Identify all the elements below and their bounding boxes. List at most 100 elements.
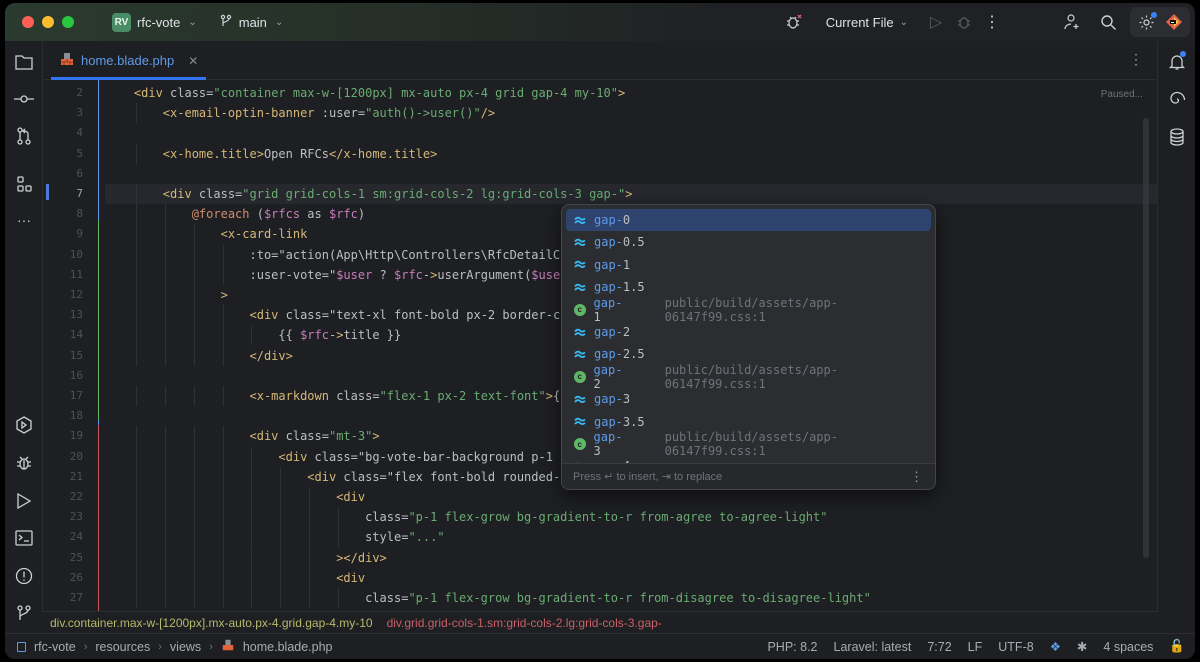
css-class-icon: c (572, 369, 588, 385)
path-project[interactable]: rfc-vote (34, 640, 76, 654)
line-number: 23 (69, 510, 83, 524)
completion-item[interactable]: gap-0 (566, 209, 931, 231)
file-encoding[interactable]: UTF-8 (998, 640, 1033, 654)
tailwind-icon (572, 391, 588, 407)
indent-guide (164, 487, 166, 507)
search-icon[interactable] (1094, 8, 1122, 36)
structure-icon[interactable] (12, 172, 36, 196)
branch-selector[interactable]: main ⌄ (219, 14, 283, 31)
lock-icon[interactable]: 🔓 (1169, 639, 1185, 654)
php-version[interactable]: PHP: 8.2 (767, 640, 817, 654)
tailwind-icon (572, 346, 588, 362)
database-icon[interactable] (1165, 125, 1189, 149)
pull-requests-icon[interactable] (12, 124, 36, 148)
close-tab-icon[interactable]: ✕ (188, 54, 198, 68)
tag-breadcrumb-container[interactable]: div.container.max-w-[1200px].mx-auto.px-… (50, 616, 373, 630)
completion-item[interactable]: gap-1 (566, 254, 931, 276)
minimize-window-button[interactable] (42, 16, 54, 28)
notifications-bell-icon[interactable] (1165, 50, 1189, 74)
completion-item[interactable]: c gap-1 public/build/assets/app-06147f99.c… (566, 296, 931, 324)
completion-footer: Press ↵ to insert, ⇥ to replace ⋮ (562, 463, 935, 489)
laravel-version[interactable]: Laravel: latest (834, 640, 912, 654)
terminal-icon[interactable] (12, 526, 36, 550)
indent-guide (338, 588, 340, 608)
project-badge: RV (112, 12, 131, 32)
line-number: 12 (69, 288, 83, 301)
indent-guide (309, 567, 311, 588)
code-line[interactable]: <div class="container max-w-[1200px] mx-… (105, 83, 1157, 103)
caret-position[interactable]: 7:72 (927, 640, 951, 654)
code-line[interactable]: class="p-1 flex-grow bg-gradient-to-r fr… (105, 507, 1157, 527)
line-number: 10 (69, 247, 83, 261)
file-path-breadcrumb: rfc-vote › resources › views › home.blad… (5, 638, 333, 655)
indent-guide (164, 305, 166, 326)
completion-item[interactable]: gap-3 (566, 388, 931, 410)
maximize-window-button[interactable] (62, 16, 74, 28)
completion-item-label: gap-2 (594, 325, 631, 339)
services-icon[interactable] (12, 413, 36, 437)
indent-guide (164, 224, 166, 245)
code-line[interactable]: <div class="grid grid-cols-1 sm:grid-col… (105, 184, 1157, 204)
indent-guide (135, 184, 137, 204)
completion-item[interactable]: c gap-2 public/build/assets/app-06147f99.c… (566, 362, 931, 391)
indent-guide (135, 466, 137, 487)
indent-guide (164, 547, 166, 568)
more-actions-icon[interactable]: ⋮ (978, 8, 1006, 36)
code-line[interactable]: ></div> (105, 548, 1157, 568)
code-line[interactable]: class="p-1 flex-grow bg-gradient-to-r fr… (105, 588, 1157, 608)
indent-setting[interactable]: 4 spaces (1103, 640, 1153, 654)
completion-item[interactable]: c gap-3 public/build/assets/app-06147f99.c… (566, 430, 931, 458)
jetbrains-logo-icon[interactable] (1160, 8, 1188, 36)
code-line[interactable]: <x-home.title>Open RFCs</x-home.title> (105, 144, 1157, 164)
code-line[interactable]: style="..." (105, 527, 1157, 547)
run-icon[interactable]: ▷ (922, 8, 950, 36)
project-folder-icon[interactable] (12, 50, 36, 74)
add-user-icon[interactable] (1058, 8, 1086, 36)
code-line[interactable]: <x-email-optin-banner :user="auth()->use… (105, 103, 1157, 123)
completion-item[interactable]: gap-2 (566, 321, 931, 343)
indent-guide (338, 507, 340, 528)
debug-tool-icon[interactable] (12, 451, 36, 475)
project-selector[interactable]: RV rfc-vote ⌄ (112, 12, 197, 32)
problems-icon[interactable] (12, 564, 36, 588)
indent-guide (193, 305, 195, 326)
indent-guide (164, 325, 166, 346)
path-resources[interactable]: resources (95, 640, 150, 654)
path-file[interactable]: home.blade.php (243, 640, 333, 654)
run-configuration-selector[interactable]: Current File ⌄ (826, 15, 908, 30)
more-tools-icon[interactable]: ··· (12, 208, 36, 232)
completion-item-location: public/build/assets/app-06147f99.css:1 (664, 362, 838, 391)
debug-error-icon[interactable] (780, 8, 808, 36)
line-number: 5 (76, 146, 83, 160)
line-separator[interactable]: LF (968, 640, 983, 654)
code-line[interactable] (105, 164, 1157, 184)
settings-gear-icon[interactable] (1132, 8, 1160, 36)
indent-guide (193, 345, 195, 366)
completion-hint: Press ↵ to insert, ⇥ to replace (573, 471, 723, 483)
indent-guide (251, 547, 253, 568)
indent-guide (135, 588, 137, 608)
ide-window: RV rfc-vote ⌄ main ⌄ Current File ⌄ ▷ ⋮ (5, 3, 1195, 659)
version-control-icon[interactable] (12, 601, 36, 625)
debug-status-icon[interactable]: ✱ (1077, 639, 1087, 654)
tab-home-blade-php[interactable]: home.blade.php ✕ (51, 41, 207, 80)
ai-assistant-status-icon[interactable]: ❖ (1050, 639, 1061, 654)
path-views[interactable]: views (170, 640, 201, 654)
debug-icon[interactable] (950, 8, 978, 36)
indent-guide (164, 244, 166, 265)
completion-item[interactable]: gap-0.5 (566, 231, 931, 253)
tag-breadcrumb-grid[interactable]: div.grid.grid-cols-1.sm:grid-cols-2.lg:g… (387, 616, 662, 630)
editor-scrollbar[interactable] (1143, 118, 1149, 558)
code-line[interactable]: <div (105, 568, 1157, 588)
tab-options-icon[interactable]: ⋮ (1129, 51, 1143, 68)
run-tool-icon[interactable] (12, 489, 36, 513)
completion-options-icon[interactable]: ⋮ (910, 469, 923, 485)
line-number: 6 (76, 166, 83, 180)
close-window-button[interactable] (22, 16, 34, 28)
commit-icon[interactable] (12, 87, 36, 111)
indent-guide (193, 386, 195, 406)
code-line[interactable] (105, 123, 1157, 143)
code-line[interactable]: <div (105, 487, 1157, 507)
completion-item-label: gap-2 (593, 362, 623, 391)
ai-assistant-icon[interactable] (1165, 87, 1189, 111)
